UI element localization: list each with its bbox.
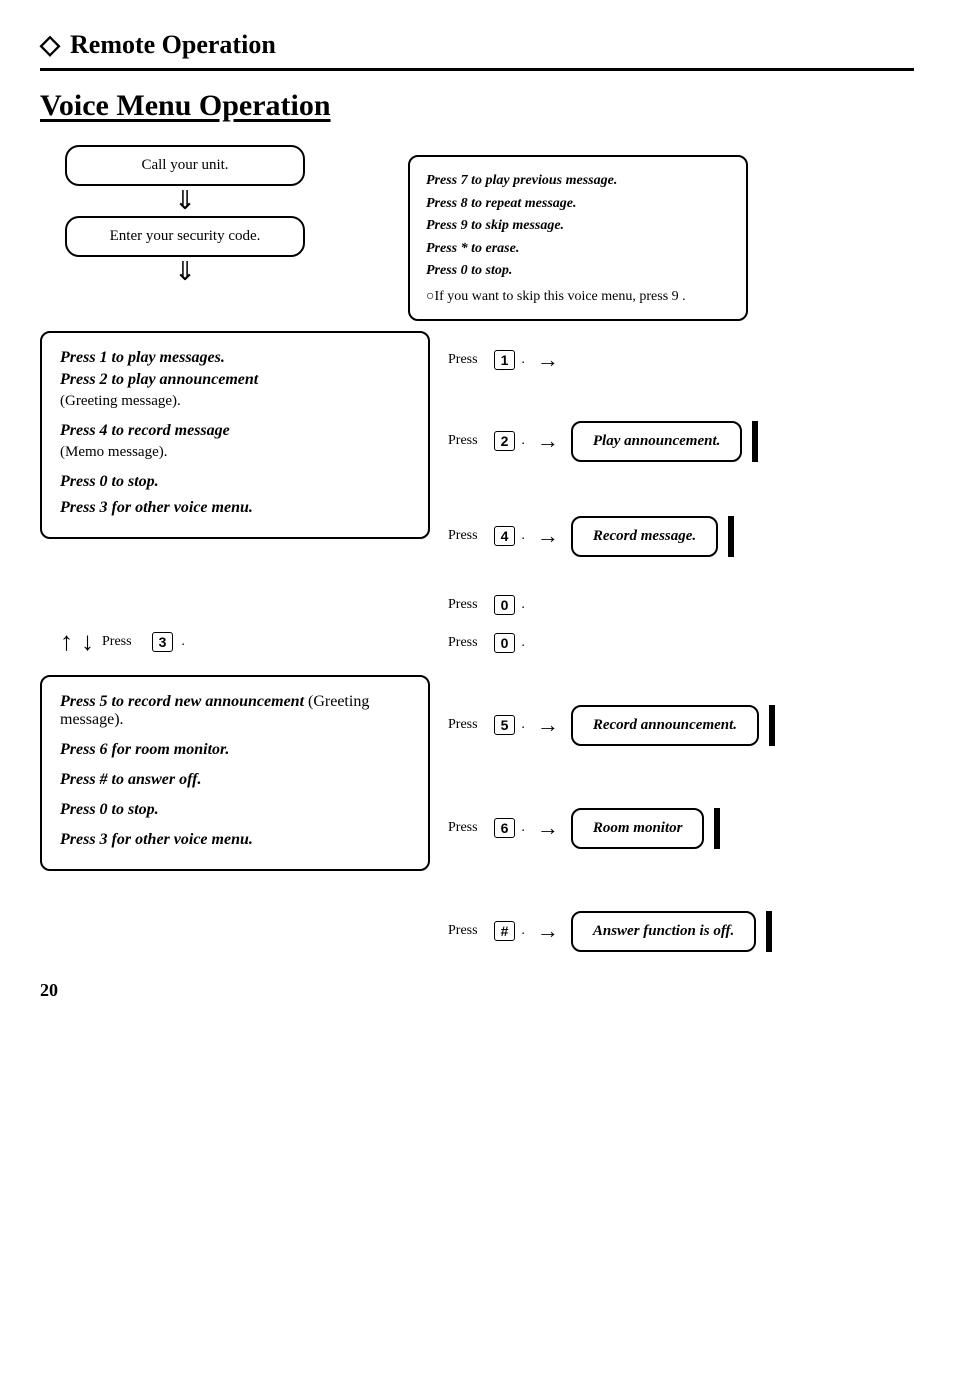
info-line-2: Press 8 to repeat message. (426, 194, 730, 214)
press-0-trans-label: Press (448, 635, 478, 651)
info-line-4: Press * to erase. (426, 239, 730, 259)
press-0-label: Press (448, 597, 478, 613)
press-6-label: Press (448, 820, 478, 836)
key-4-box: 4 (494, 526, 516, 546)
result-play-announcement: Play announcement. (571, 421, 743, 462)
menu-box-1: Press 1 to play messages. Press 2 to pla… (40, 331, 430, 539)
info-line-5: Press 0 to stop. (426, 261, 730, 281)
key-2-box: 2 (494, 431, 516, 451)
key-hash-box: # (494, 921, 516, 941)
press-2-row: Press 2 . → Play announcement. (448, 421, 914, 462)
menu2-item-3: Press # to answer off. (60, 771, 410, 789)
info-box: Press 7 to play previous message. Press … (408, 155, 748, 321)
call-unit-box: Call your unit. (65, 145, 305, 186)
menu2-item-5: Press 3 for other voice menu. (60, 831, 410, 849)
press-0-transition-row: Press 0 . (448, 633, 914, 653)
info-note: ○If you want to skip this voice menu, pr… (426, 289, 730, 305)
key-5-box: 5 (494, 715, 516, 735)
menu1-item-5: Press 3 for other voice menu. (60, 499, 410, 517)
page-header: ◇ Remote Operation (40, 30, 914, 71)
menu1-item-3: Press 4 to record message (60, 422, 410, 440)
press-3-transition-label: Press (102, 634, 132, 650)
result-answer-function: Answer function is off. (571, 911, 756, 952)
result-record-announcement: Record announcement. (571, 705, 759, 746)
menu1-item-4: Press 0 to stop. (60, 473, 410, 491)
press-2-label: Press (448, 433, 478, 449)
press-5-row: Press 5 . → Record announcement. (448, 705, 914, 746)
menu1-item-3-normal: (Memo message). (60, 444, 410, 461)
key-6-box: 6 (494, 818, 516, 838)
up-arrow-icon: ↑ (60, 627, 73, 657)
press-4-row: Press 4 . → Record message. (448, 516, 914, 557)
page-number: 20 (40, 980, 914, 1001)
press-1-row: Press 1 . → (448, 347, 914, 373)
info-line-1: Press 7 to play previous message. (426, 171, 730, 191)
menu1-item-2: Press 2 to play announcement (60, 371, 410, 389)
menu-box-2: Press 5 to record new announcement (Gree… (40, 675, 430, 871)
menu1-item-1: Press 1 to play messages. (60, 349, 410, 367)
result-record-message: Record message. (571, 516, 718, 557)
diamond-icon: ◇ (40, 30, 60, 60)
press-4-label: Press (448, 528, 478, 544)
menu2-item-4: Press 0 to stop. (60, 801, 410, 819)
info-line-3: Press 9 to skip message. (426, 216, 730, 236)
menu2-item-2: Press 6 for room monitor. (60, 741, 410, 759)
down-arrow-icon: ↓ (81, 627, 94, 657)
press-5-label: Press (448, 717, 478, 733)
press-0-row: Press 0 . (448, 595, 914, 615)
key-3-transition-box: 3 (152, 632, 174, 652)
press-1-label: Press (448, 352, 478, 368)
key-1-box: 1 (494, 350, 516, 370)
press-6-row: Press 6 . → Room monitor (448, 808, 914, 849)
menu2-item-1: Press 5 to record new announcement (Gree… (60, 693, 410, 729)
key-0-trans-box: 0 (494, 633, 516, 653)
result-room-monitor: Room monitor (571, 808, 705, 849)
key-0-box: 0 (494, 595, 516, 615)
security-code-box: Enter your security code. (65, 216, 305, 257)
page-title: Remote Operation (70, 30, 276, 60)
menu1-item-2-normal: (Greeting message). (60, 393, 410, 410)
press-hash-row: Press # . → Answer function is off. (448, 911, 914, 952)
section-title: Voice Menu Operation (40, 89, 914, 123)
press-hash-label: Press (448, 923, 478, 939)
